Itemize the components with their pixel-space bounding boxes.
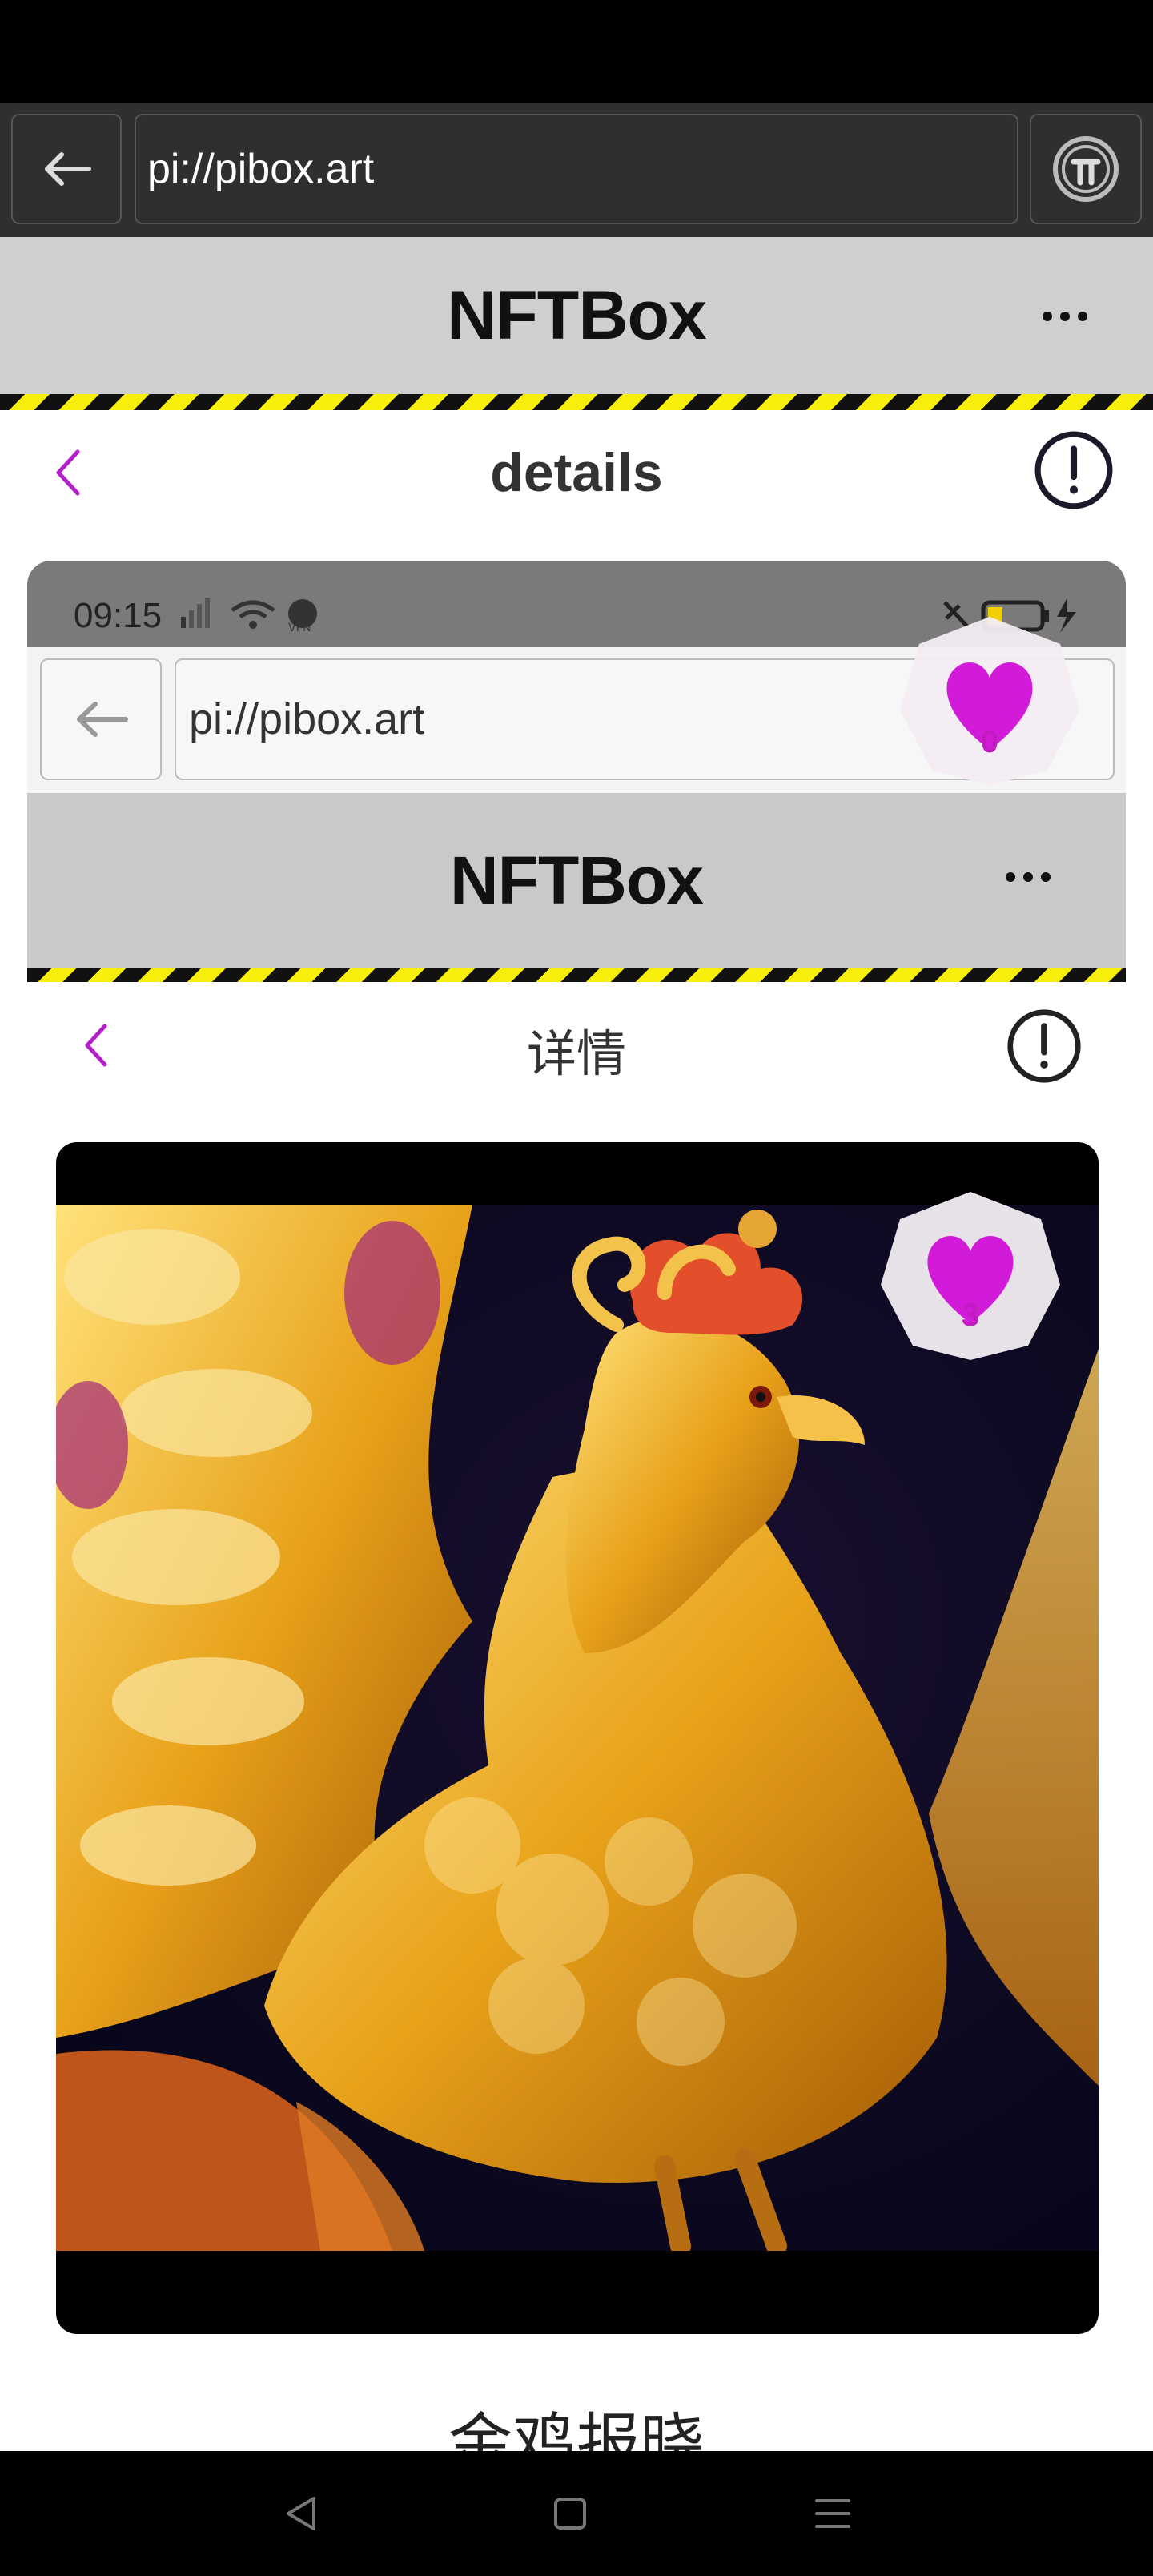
embedded-details-title: 详情 xyxy=(526,1027,626,1082)
square-home-icon xyxy=(554,2498,586,2530)
triangle-back-icon xyxy=(287,2497,315,2530)
signal-icons: VPN xyxy=(181,598,317,633)
more-menu-button[interactable] xyxy=(1033,288,1097,344)
svg-text:VPN: VPN xyxy=(288,622,311,633)
nav-menu-button[interactable] xyxy=(801,2481,865,2546)
pi-browser-button[interactable] xyxy=(1030,114,1142,224)
browser-url-field[interactable]: pi://pibox.art xyxy=(135,114,1018,224)
info-circle-icon[interactable] xyxy=(1033,429,1115,511)
nav-back-button[interactable] xyxy=(269,2481,333,2546)
pi-logo-icon xyxy=(1053,136,1119,202)
embedded-hazard-stripe xyxy=(27,968,1126,982)
embedded-back-button xyxy=(40,658,162,780)
arrow-left-icon xyxy=(45,152,91,186)
browser-url-text: pi://pibox.art xyxy=(147,146,375,192)
favorite-heart-button[interactable]: 0 xyxy=(897,614,1083,788)
embedded-app-title: NFTBox xyxy=(450,842,704,918)
artwork-like-count: 3 xyxy=(961,1298,980,1333)
embedded-status-time: 09:15 xyxy=(74,596,163,635)
browser-back-button[interactable] xyxy=(11,114,122,224)
more-horizontal-icon xyxy=(1043,312,1087,321)
page-title: details xyxy=(490,442,663,503)
arrow-left-icon xyxy=(77,702,128,737)
heart-icon xyxy=(900,617,1079,785)
favorite-count: 0 xyxy=(980,724,999,759)
artwork-like-button[interactable]: 3 xyxy=(878,1189,1063,1363)
nav-home-button[interactable] xyxy=(538,2481,602,2546)
embedded-url-text: pi://pibox.art xyxy=(189,695,425,743)
status-bar-area xyxy=(0,0,1153,103)
embedded-more-menu xyxy=(996,849,1060,905)
info-circle-icon xyxy=(1007,1009,1081,1083)
app-title: NFTBox xyxy=(447,276,707,354)
menu-lines-icon xyxy=(815,2499,850,2528)
heart-icon xyxy=(881,1192,1060,1360)
more-horizontal-icon xyxy=(1006,872,1051,882)
hazard-stripe-divider xyxy=(0,394,1153,410)
